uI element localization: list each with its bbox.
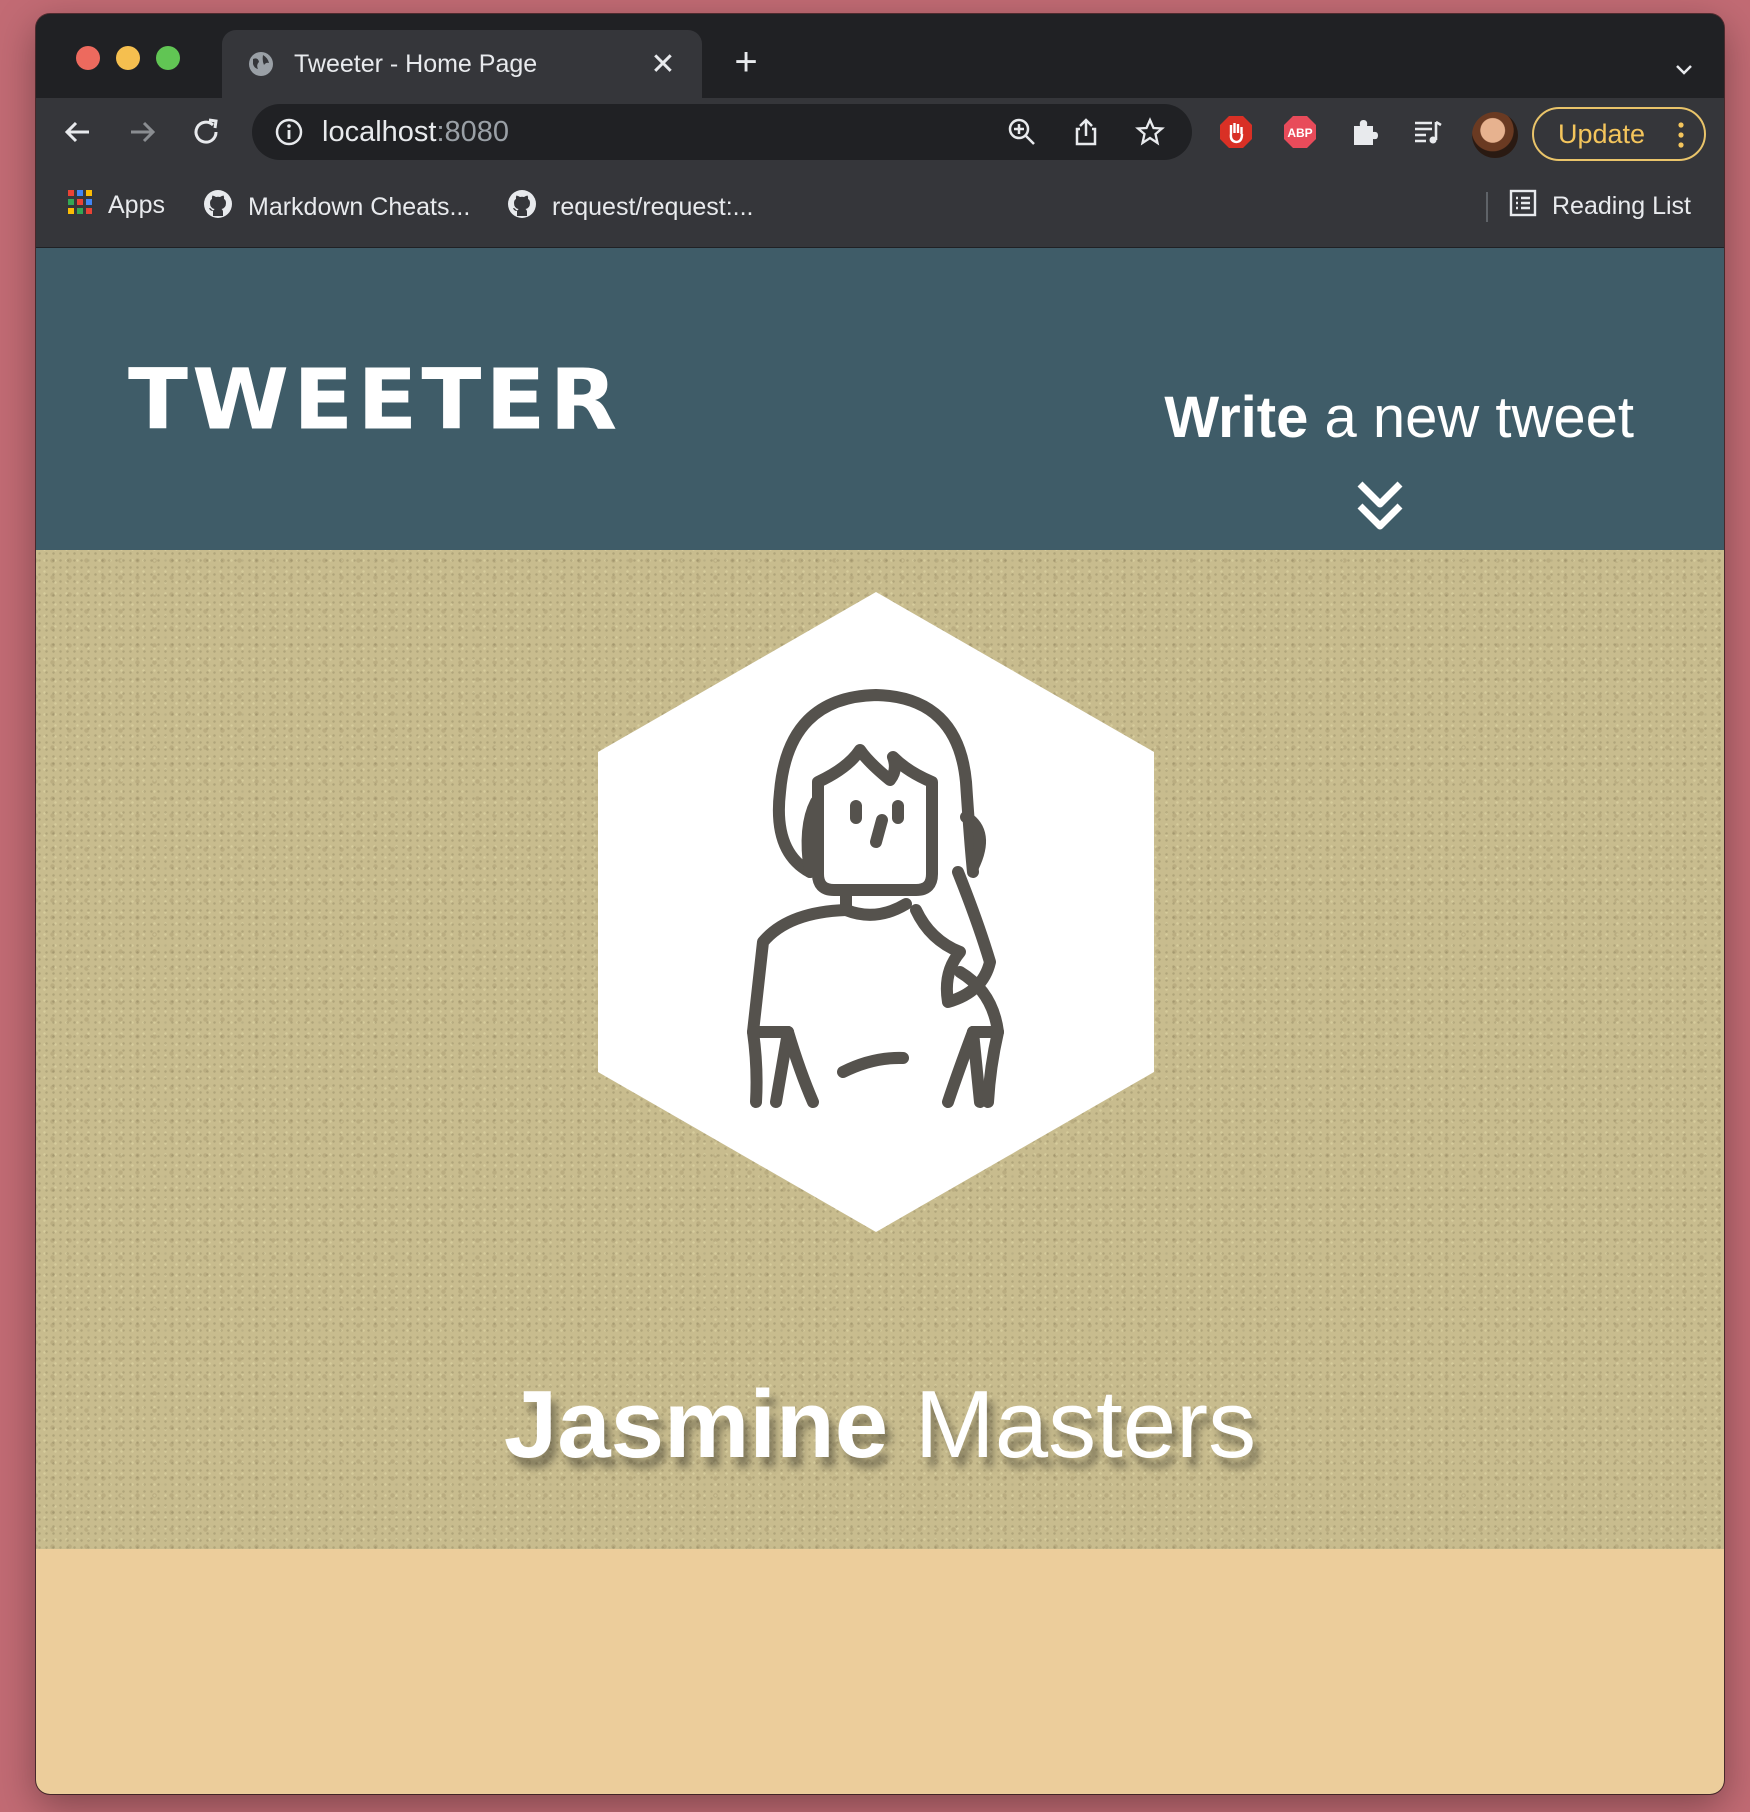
url-text: localhost:8080 bbox=[322, 115, 510, 148]
puzzle-extensions-icon[interactable] bbox=[1342, 112, 1386, 152]
site-logo[interactable]: TWEETER bbox=[128, 351, 621, 449]
bookmark-label: Apps bbox=[108, 191, 165, 219]
zoom-window-button[interactable] bbox=[156, 46, 180, 70]
back-arrow-icon[interactable] bbox=[56, 110, 100, 154]
apps-grid-icon bbox=[66, 188, 94, 223]
bookmark-label: request/request:... bbox=[552, 193, 754, 221]
bookmark-request-request[interactable]: request/request:... bbox=[506, 188, 754, 227]
share-icon[interactable] bbox=[1064, 112, 1108, 152]
bookmark-apps[interactable]: Apps bbox=[66, 188, 165, 223]
update-button[interactable]: Update bbox=[1532, 107, 1706, 161]
double-chevron-down-icon[interactable] bbox=[1352, 478, 1408, 534]
profile-header: Jasmine Masters bbox=[36, 550, 1724, 1549]
close-window-button[interactable] bbox=[76, 46, 100, 70]
forward-arrow-icon[interactable] bbox=[120, 110, 164, 154]
profile-avatar[interactable] bbox=[1472, 112, 1518, 158]
write-tweet-toggle[interactable]: Write a new tweet bbox=[1164, 384, 1634, 451]
reading-list-button[interactable]: Reading List bbox=[1508, 188, 1691, 225]
last-name: Masters bbox=[888, 1371, 1257, 1478]
write-label-rest: a new tweet bbox=[1308, 385, 1634, 450]
browser-window: Tweeter - Home Page ✕ + localhost:8080 A… bbox=[36, 14, 1724, 1794]
stop-hand-extension-icon[interactable] bbox=[1214, 112, 1258, 152]
github-icon bbox=[202, 188, 234, 227]
bookmark-label: Markdown Cheats... bbox=[248, 193, 471, 221]
tab-title: Tweeter - Home Page bbox=[294, 49, 538, 78]
github-icon bbox=[506, 188, 538, 227]
update-label: Update bbox=[1558, 118, 1646, 149]
bookmark-markdown-cheatsheet[interactable]: Markdown Cheats... bbox=[202, 188, 470, 227]
tab-tweeter-home[interactable]: Tweeter - Home Page ✕ bbox=[222, 30, 702, 98]
web-page: TWEETER Write a new tweet Jasmine Master… bbox=[36, 248, 1724, 1794]
reading-list-icon bbox=[1508, 188, 1538, 225]
svg-text:ABP: ABP bbox=[1287, 126, 1312, 140]
chevron-down-icon[interactable] bbox=[1672, 58, 1696, 82]
reload-icon[interactable] bbox=[184, 110, 228, 154]
media-queue-icon[interactable] bbox=[1406, 112, 1450, 152]
bookmarks-bar: Apps Markdown Cheats... request/request:… bbox=[36, 166, 1724, 248]
zoom-icon[interactable] bbox=[1000, 112, 1044, 152]
browser-toolbar: localhost:8080 ABP Update bbox=[36, 98, 1724, 166]
bookmarks-divider bbox=[1486, 192, 1488, 222]
tab-close-icon[interactable]: ✕ bbox=[648, 47, 678, 82]
globe-icon bbox=[246, 49, 276, 79]
tweets-container bbox=[36, 1549, 1724, 1794]
write-label-strong: Write bbox=[1164, 385, 1309, 450]
bookmark-star-icon[interactable] bbox=[1128, 112, 1172, 152]
minimize-window-button[interactable] bbox=[116, 46, 140, 70]
adblock-extension-icon[interactable]: ABP bbox=[1278, 112, 1322, 152]
tab-strip: Tweeter - Home Page ✕ + bbox=[36, 14, 1724, 98]
profile-name: Jasmine Masters bbox=[36, 1370, 1724, 1480]
more-vertical-icon[interactable] bbox=[1678, 121, 1684, 149]
extensions-area: ABP bbox=[1214, 112, 1450, 152]
new-tab-button[interactable]: + bbox=[724, 42, 768, 82]
first-name: Jasmine bbox=[503, 1371, 889, 1478]
address-bar[interactable]: localhost:8080 bbox=[252, 104, 1192, 160]
female-user-avatar-icon bbox=[598, 592, 1154, 1232]
info-icon[interactable] bbox=[274, 117, 304, 147]
reading-list-label: Reading List bbox=[1552, 192, 1691, 220]
site-navbar: TWEETER Write a new tweet bbox=[36, 248, 1724, 550]
